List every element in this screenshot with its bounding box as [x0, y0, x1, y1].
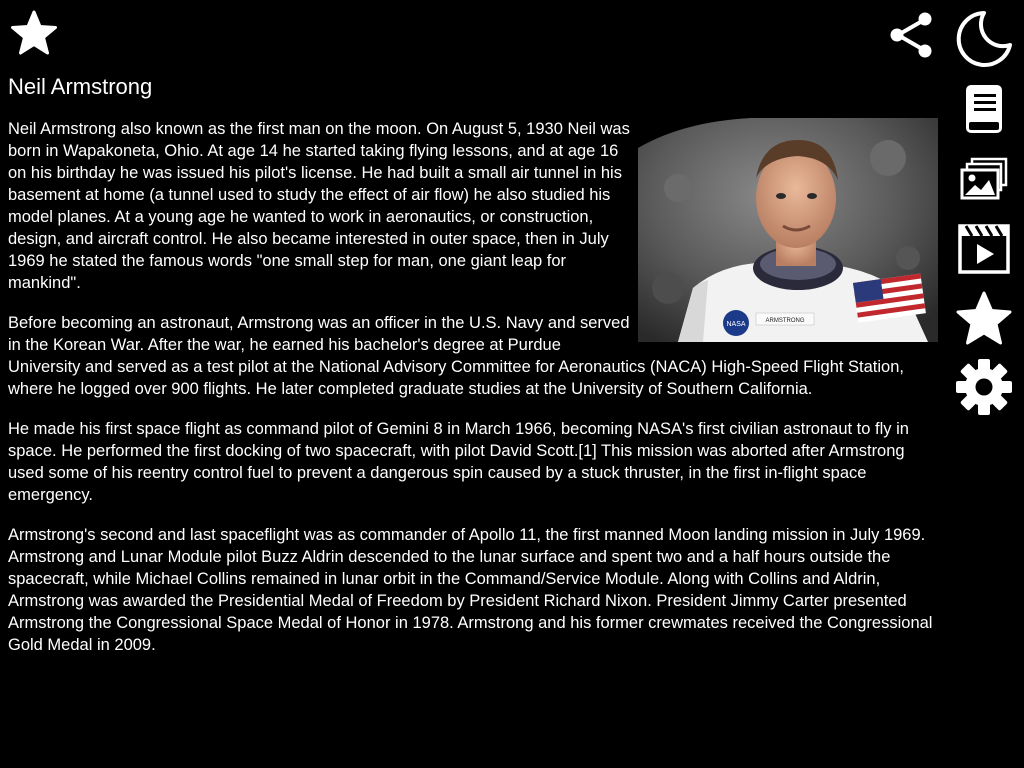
share-button[interactable] [884, 8, 938, 62]
gallery-button[interactable] [950, 148, 1018, 210]
name-tag: ARMSTRONG [766, 318, 805, 324]
side-toolbar [950, 0, 1024, 430]
article-button[interactable] [950, 78, 1018, 140]
video-button[interactable] [950, 218, 1018, 280]
article-paragraph: Armstrong's second and last spaceflight … [8, 526, 933, 654]
video-icon [957, 222, 1011, 276]
article-title: Neil Armstrong [8, 74, 153, 99]
share-icon [886, 10, 936, 60]
nasa-badge: NASA [726, 321, 745, 328]
night-mode-button[interactable] [950, 8, 1018, 70]
gallery-icon [959, 157, 1009, 201]
gear-icon [955, 358, 1013, 416]
portrait-image: NASA ARMSTRONG [638, 118, 938, 342]
star-icon [10, 10, 58, 56]
moon-icon [954, 9, 1014, 69]
favorites-button[interactable] [950, 288, 1018, 350]
article-body: NASA ARMSTRONG Neil Armstrong also known… [8, 118, 938, 674]
book-icon [962, 82, 1006, 136]
favorite-button[interactable] [8, 8, 60, 58]
article-paragraph: He made his first space flight as comman… [8, 420, 909, 504]
star-icon [955, 291, 1013, 347]
settings-button[interactable] [950, 356, 1018, 418]
